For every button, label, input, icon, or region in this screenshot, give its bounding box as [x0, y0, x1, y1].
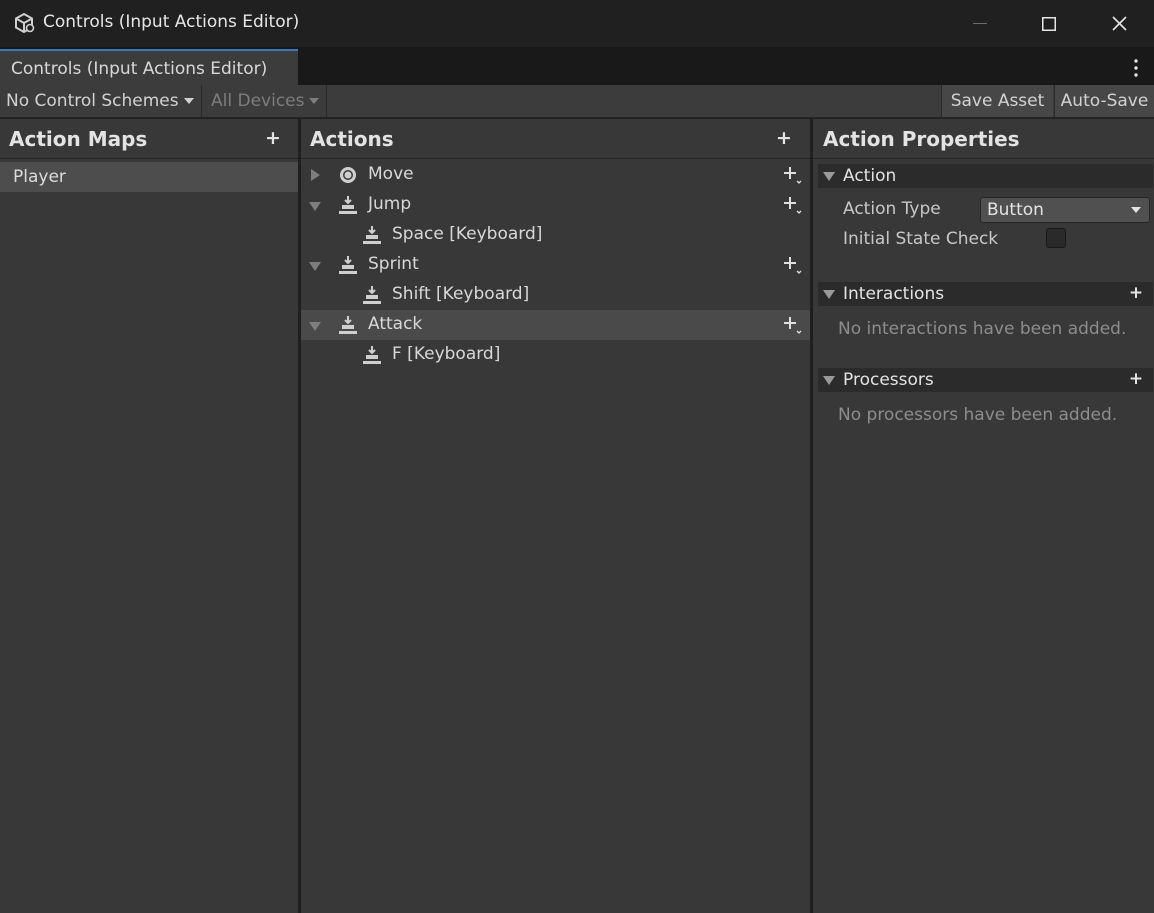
tab-strip: Controls (Input Actions Editor): [0, 47, 1154, 85]
interactions-section-header[interactable]: Interactions +: [818, 282, 1153, 306]
chevron-down-icon: [309, 98, 320, 104]
add-action-map-button[interactable]: +: [264, 127, 282, 149]
add-action-button[interactable]: +: [775, 127, 793, 149]
action-label: Sprint: [368, 254, 419, 274]
action-row-move[interactable]: Move: [301, 160, 810, 190]
collapse-arrow-icon: [823, 172, 835, 181]
collapse-arrow-icon[interactable]: [309, 262, 321, 271]
collapse-arrow-icon: [823, 290, 835, 299]
control-schemes-dropdown[interactable]: No Control Schemes: [0, 85, 202, 117]
more-options-icon[interactable]: [1128, 58, 1144, 78]
devices-dropdown[interactable]: All Devices: [203, 85, 327, 117]
add-binding-icon[interactable]: [781, 254, 803, 276]
add-binding-icon[interactable]: [781, 194, 803, 216]
action-type-label: Action Type: [843, 199, 941, 219]
maximize-icon: [1042, 16, 1056, 31]
actions-panel: Actions + Move Jump Space [Keyboard] Spr…: [301, 119, 810, 913]
minimize-button[interactable]: [945, 0, 1015, 47]
binding-label: Space [Keyboard]: [392, 224, 543, 244]
add-binding-icon[interactable]: [781, 314, 803, 336]
initial-state-check-checkbox[interactable]: [1046, 228, 1066, 248]
panel-title: Action Maps: [9, 127, 148, 151]
action-type-dropdown[interactable]: Button: [980, 197, 1150, 223]
action-properties-panel: Action Properties Action Action Type But…: [813, 119, 1154, 913]
action-label: Jump: [368, 194, 412, 214]
section-title: Processors: [843, 370, 934, 390]
close-button[interactable]: [1084, 0, 1154, 47]
chevron-down-icon: [1131, 207, 1141, 213]
collapse-arrow-icon[interactable]: [309, 322, 321, 331]
action-maps-header: Action Maps +: [0, 119, 298, 159]
binding-label: F [Keyboard]: [392, 344, 501, 364]
add-processor-button[interactable]: +: [1128, 368, 1144, 390]
binding-row[interactable]: Space [Keyboard]: [301, 220, 810, 250]
gamepad-stick-icon: [340, 167, 356, 183]
unity-logo-icon: [15, 12, 35, 34]
action-type-value: Button: [987, 200, 1044, 220]
action-row-jump[interactable]: Jump: [301, 190, 810, 220]
button-icon: [339, 196, 357, 214]
binding-label: Shift [Keyboard]: [392, 284, 530, 304]
binding-row[interactable]: F [Keyboard]: [301, 340, 810, 370]
action-label: Move: [368, 164, 414, 184]
chevron-down-icon: [183, 98, 194, 104]
panel-title: Action Properties: [823, 127, 1020, 151]
window-title: Controls (Input Actions Editor): [43, 12, 300, 32]
tab-label: Controls (Input Actions Editor): [11, 59, 268, 79]
initial-state-check-label: Initial State Check: [843, 229, 999, 249]
collapse-arrow-icon[interactable]: [309, 202, 321, 211]
actions-header: Actions +: [301, 119, 810, 159]
button-icon: [363, 346, 381, 364]
action-label: Attack: [368, 314, 423, 334]
action-map-item-player[interactable]: Player: [0, 162, 298, 192]
section-title: Interactions: [843, 284, 945, 304]
button-icon: [339, 256, 357, 274]
action-section-header[interactable]: Action: [818, 164, 1153, 188]
maximize-button[interactable]: [1014, 0, 1084, 47]
section-title: Action: [843, 166, 897, 186]
button-icon: [339, 316, 357, 334]
control-schemes-label: No Control Schemes: [6, 91, 179, 111]
interactions-empty-message: No interactions have been added.: [838, 319, 1127, 339]
action-maps-panel: Action Maps + Player: [0, 119, 298, 913]
properties-header: Action Properties: [813, 119, 1154, 159]
button-icon: [363, 226, 381, 244]
close-icon: [1111, 16, 1127, 31]
action-map-label: Player: [13, 167, 66, 187]
window-titlebar: Controls (Input Actions Editor): [0, 0, 1154, 47]
add-interaction-button[interactable]: +: [1128, 282, 1144, 304]
action-row-attack[interactable]: Attack: [301, 310, 810, 340]
action-row-sprint[interactable]: Sprint: [301, 250, 810, 280]
binding-row[interactable]: Shift [Keyboard]: [301, 280, 810, 310]
button-icon: [363, 286, 381, 304]
minimize-icon: [973, 22, 987, 24]
collapse-arrow-icon: [823, 376, 835, 385]
tab-input-actions-editor[interactable]: Controls (Input Actions Editor): [0, 49, 298, 85]
expand-arrow-icon[interactable]: [311, 169, 320, 181]
add-binding-icon[interactable]: [781, 164, 803, 186]
auto-save-toggle[interactable]: Auto-Save: [1054, 85, 1154, 117]
save-asset-button[interactable]: Save Asset: [941, 85, 1053, 117]
devices-label: All Devices: [211, 91, 305, 111]
processors-empty-message: No processors have been added.: [838, 405, 1118, 425]
toolbar: No Control Schemes All Devices Save Asse…: [0, 85, 1154, 119]
processors-section-header[interactable]: Processors +: [818, 368, 1153, 392]
panel-title: Actions: [310, 127, 394, 151]
